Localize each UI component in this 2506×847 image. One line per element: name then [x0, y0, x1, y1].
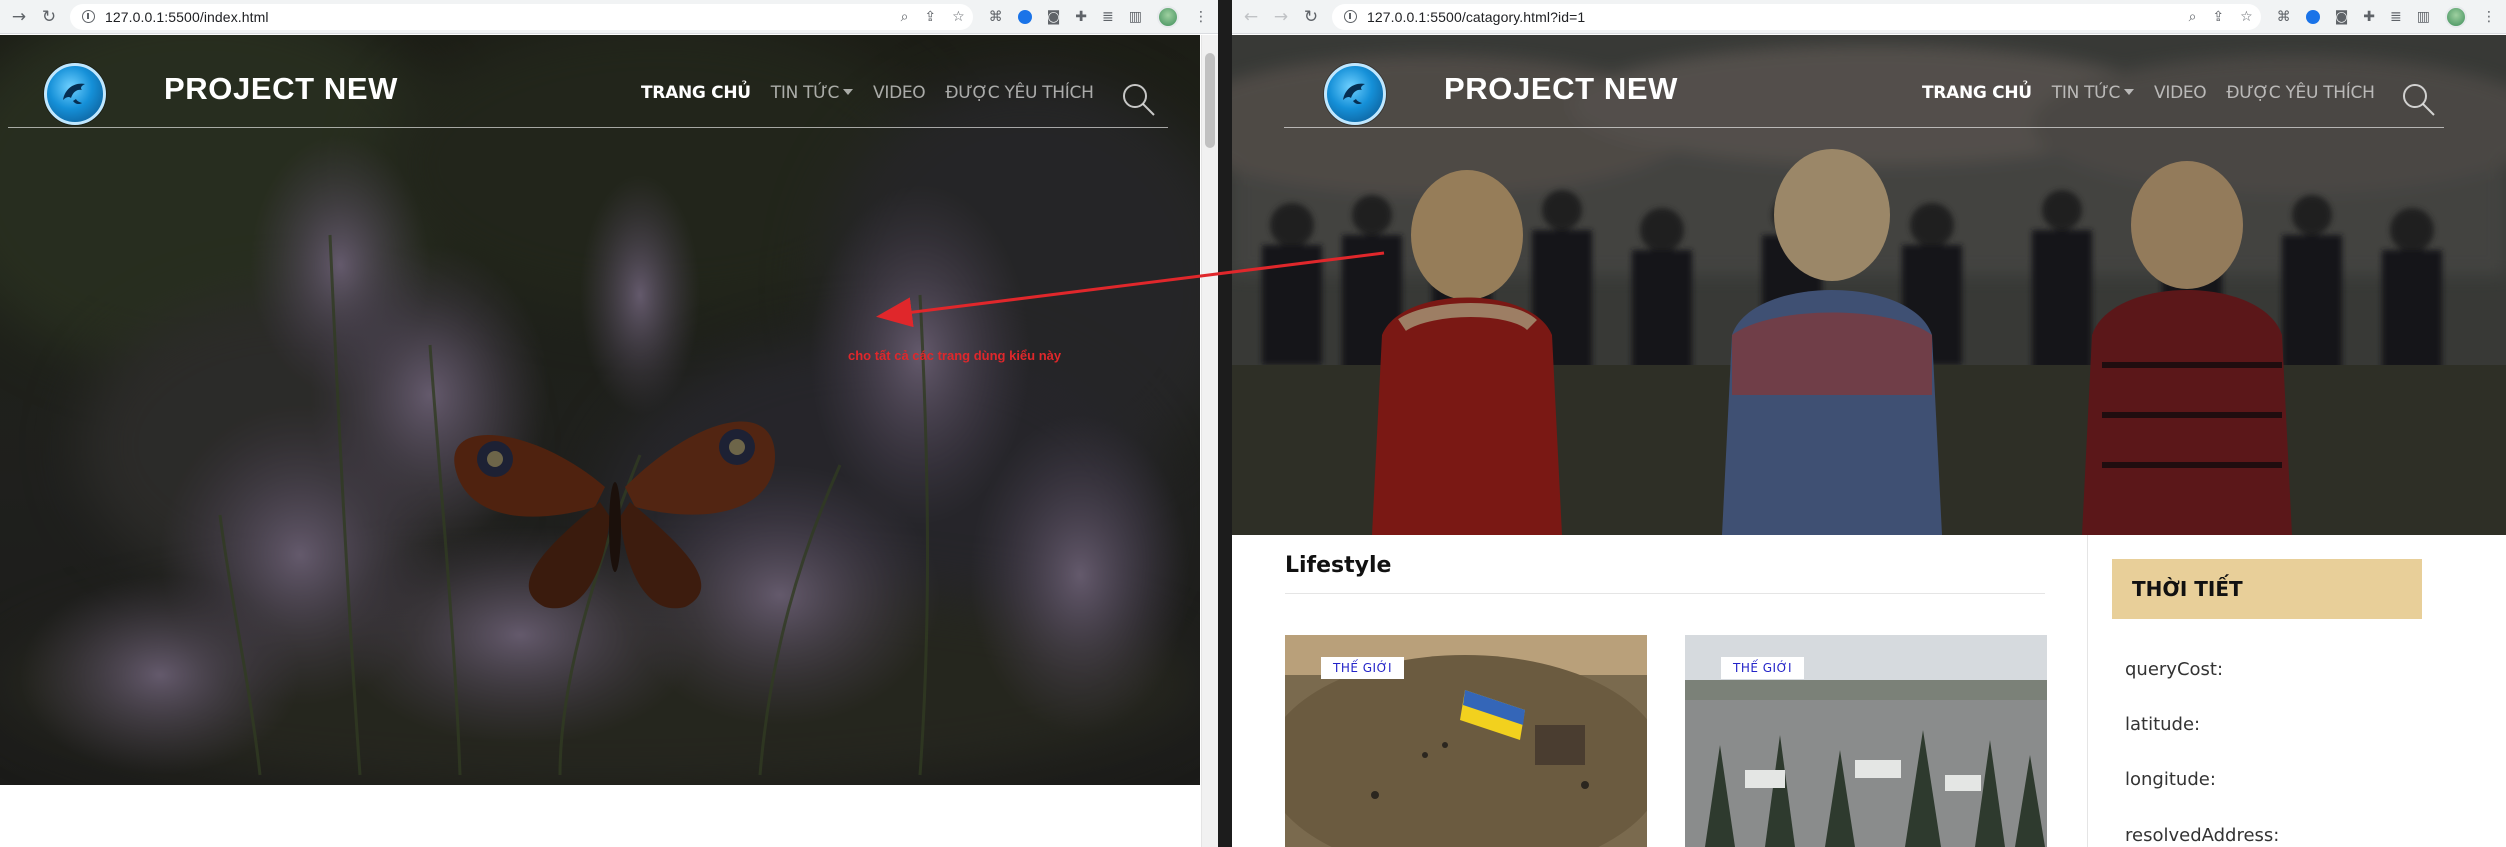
screenshot-stage: → ↻ 127.0.0.1:5500/index.html ⌕ ⇪ ☆ ⌘ ◙ …: [0, 0, 2506, 847]
site-info-icon[interactable]: [82, 10, 95, 23]
url-path: :5500/catagory.html?id=1: [1426, 8, 1586, 25]
sidebar-divider: [2087, 535, 2088, 847]
extension-icons: ⌘ ◙ ✚ ≣ ▥ ⋮: [2277, 5, 2496, 28]
nav-news-dropdown[interactable]: TIN TỨC: [2051, 83, 2135, 103]
site-header: PROJECT NEW TRANG CHỦ TIN TỨC VIDEO ĐƯỢC…: [1232, 35, 2506, 129]
section-divider: [1285, 593, 2045, 594]
camera-icon[interactable]: ◙: [2335, 9, 2349, 25]
article-card[interactable]: THẾ GIỚI: [1285, 635, 1647, 847]
omnibox-actions: ⌕ ⇪ ☆: [2189, 9, 2253, 25]
extension-blue-icon[interactable]: [1017, 9, 1032, 24]
brand-title[interactable]: PROJECT NEW: [164, 71, 398, 107]
search-icon[interactable]: [1120, 81, 1156, 117]
menu-kebab-icon[interactable]: ⋮: [2482, 9, 2496, 25]
url-text: 127.0.0.1:5500/catagory.html?id=1: [1367, 9, 1585, 25]
nav-video[interactable]: VIDEO: [873, 83, 926, 103]
page-viewport-category: PROJECT NEW TRANG CHỦ TIN TỨC VIDEO ĐƯỢC…: [1232, 35, 2506, 847]
url-host: 127.0.0.1: [105, 8, 165, 25]
page-scrollbar[interactable]: [1201, 35, 1218, 847]
side-panel-icon[interactable]: ▥: [2417, 9, 2430, 25]
browser-window-index: → ↻ 127.0.0.1:5500/index.html ⌕ ⇪ ☆ ⌘ ◙ …: [0, 0, 1218, 847]
category-tag[interactable]: THẾ GIỚI: [1721, 657, 1805, 679]
hero-image-butterfly: PROJECT NEW TRANG CHỦ TIN TỨC VIDEO ĐƯỢC…: [0, 35, 1200, 785]
window-divider: [1218, 0, 1232, 847]
side-panel-icon[interactable]: ▥: [1129, 9, 1142, 25]
zoom-icon[interactable]: ⌕: [2189, 9, 2197, 25]
zoom-icon[interactable]: ⌕: [901, 9, 909, 25]
reading-list-icon[interactable]: ≣: [1102, 9, 1114, 25]
extension-icon[interactable]: ⌘: [2277, 9, 2291, 25]
puzzle-icon[interactable]: ✚: [2363, 9, 2375, 25]
browser-toolbar: ← → ↻ 127.0.0.1:5500/catagory.html?id=1 …: [1232, 0, 2506, 34]
scrollbar-thumb[interactable]: [1205, 53, 1215, 148]
category-tag[interactable]: THẾ GIỚI: [1321, 657, 1405, 679]
section-title: Lifestyle: [1285, 553, 1392, 578]
menu-kebab-icon[interactable]: ⋮: [1194, 9, 1208, 25]
address-bar[interactable]: 127.0.0.1:5500/catagory.html?id=1 ⌕ ⇪ ☆: [1332, 3, 2261, 30]
share-icon[interactable]: ⇪: [924, 9, 936, 25]
category-content: Lifestyle THẾ GIỚI THẾ GIỚI THỜI TIẾT qu…: [1232, 535, 2506, 847]
main-nav: TRANG CHỦ TIN TỨC VIDEO ĐƯỢC YÊU THÍCH: [1922, 83, 2395, 103]
site-info-icon[interactable]: [1344, 10, 1357, 23]
bookmark-star-icon[interactable]: ☆: [952, 9, 965, 25]
extension-icon[interactable]: ⌘: [989, 9, 1003, 25]
dolphin-logo-icon[interactable]: [44, 63, 106, 125]
reading-list-icon[interactable]: ≣: [2390, 9, 2402, 25]
reload-icon[interactable]: ↻: [1300, 6, 1322, 28]
extension-icons: ⌘ ◙ ✚ ≣ ▥ ⋮: [989, 5, 1208, 28]
hero-image-crowd: PROJECT NEW TRANG CHỦ TIN TỨC VIDEO ĐƯỢC…: [1232, 35, 2506, 535]
main-nav: TRANG CHỦ TIN TỨC VIDEO ĐƯỢC YÊU THÍCH: [641, 83, 1114, 103]
site-header: PROJECT NEW TRANG CHỦ TIN TỨC VIDEO ĐƯỢC…: [0, 35, 1200, 129]
annotation-note: cho tất cả các trang dùng kiểu này: [848, 348, 1062, 363]
chevron-down-icon: [843, 89, 854, 95]
brand-title[interactable]: PROJECT NEW: [1444, 71, 1678, 107]
extension-blue-icon[interactable]: [2305, 9, 2320, 24]
nav-video[interactable]: VIDEO: [2154, 83, 2207, 103]
reload-icon[interactable]: ↻: [38, 6, 60, 28]
nav-news-dropdown[interactable]: TIN TỨC: [770, 83, 854, 103]
weather-query-cost: queryCost:: [2125, 659, 2224, 680]
weather-longitude: longitude:: [2125, 769, 2216, 790]
hero-overlay: [0, 35, 1200, 785]
url-path: :5500/index.html: [164, 8, 269, 25]
url-text: 127.0.0.1:5500/index.html: [105, 9, 269, 25]
article-card[interactable]: THẾ GIỚI: [1685, 635, 2047, 847]
weather-widget-title: THỜI TIẾT: [2112, 559, 2422, 619]
dolphin-logo-icon[interactable]: [1324, 63, 1386, 125]
browser-toolbar: → ↻ 127.0.0.1:5500/index.html ⌕ ⇪ ☆ ⌘ ◙ …: [0, 0, 1218, 34]
address-bar[interactable]: 127.0.0.1:5500/index.html ⌕ ⇪ ☆: [70, 3, 973, 30]
camera-icon[interactable]: ◙: [1047, 9, 1061, 25]
forward-icon[interactable]: →: [8, 6, 30, 28]
omnibox-actions: ⌕ ⇪ ☆: [901, 9, 965, 25]
nav-favorites[interactable]: ĐƯỢC YÊU THÍCH: [945, 83, 1093, 103]
page-viewport-index: PROJECT NEW TRANG CHỦ TIN TỨC VIDEO ĐƯỢC…: [0, 35, 1218, 847]
search-icon[interactable]: [2400, 81, 2436, 117]
nav-home[interactable]: TRANG CHỦ: [641, 83, 751, 103]
profile-avatar[interactable]: [1157, 5, 1179, 28]
share-icon[interactable]: ⇪: [2212, 9, 2224, 25]
nav-news-label: TIN TỨC: [2051, 83, 2121, 103]
header-divider: [8, 127, 1168, 128]
forward-icon[interactable]: →: [1270, 6, 1292, 28]
chevron-down-icon: [2124, 89, 2135, 95]
url-host: 127.0.0.1: [1367, 8, 1427, 25]
nav-favorites[interactable]: ĐƯỢC YÊU THÍCH: [2226, 83, 2374, 103]
profile-avatar[interactable]: [2445, 5, 2467, 28]
bookmark-star-icon[interactable]: ☆: [2240, 9, 2253, 25]
puzzle-icon[interactable]: ✚: [1075, 9, 1087, 25]
weather-latitude: latitude:: [2125, 714, 2201, 735]
weather-resolved-address: resolvedAddress:: [2125, 825, 2280, 846]
browser-window-category: ← → ↻ 127.0.0.1:5500/catagory.html?id=1 …: [1232, 0, 2506, 847]
header-divider: [1284, 127, 2444, 128]
back-icon[interactable]: ←: [1240, 6, 1262, 28]
nav-news-label: TIN TỨC: [770, 83, 840, 103]
nav-home[interactable]: TRANG CHỦ: [1922, 83, 2032, 103]
